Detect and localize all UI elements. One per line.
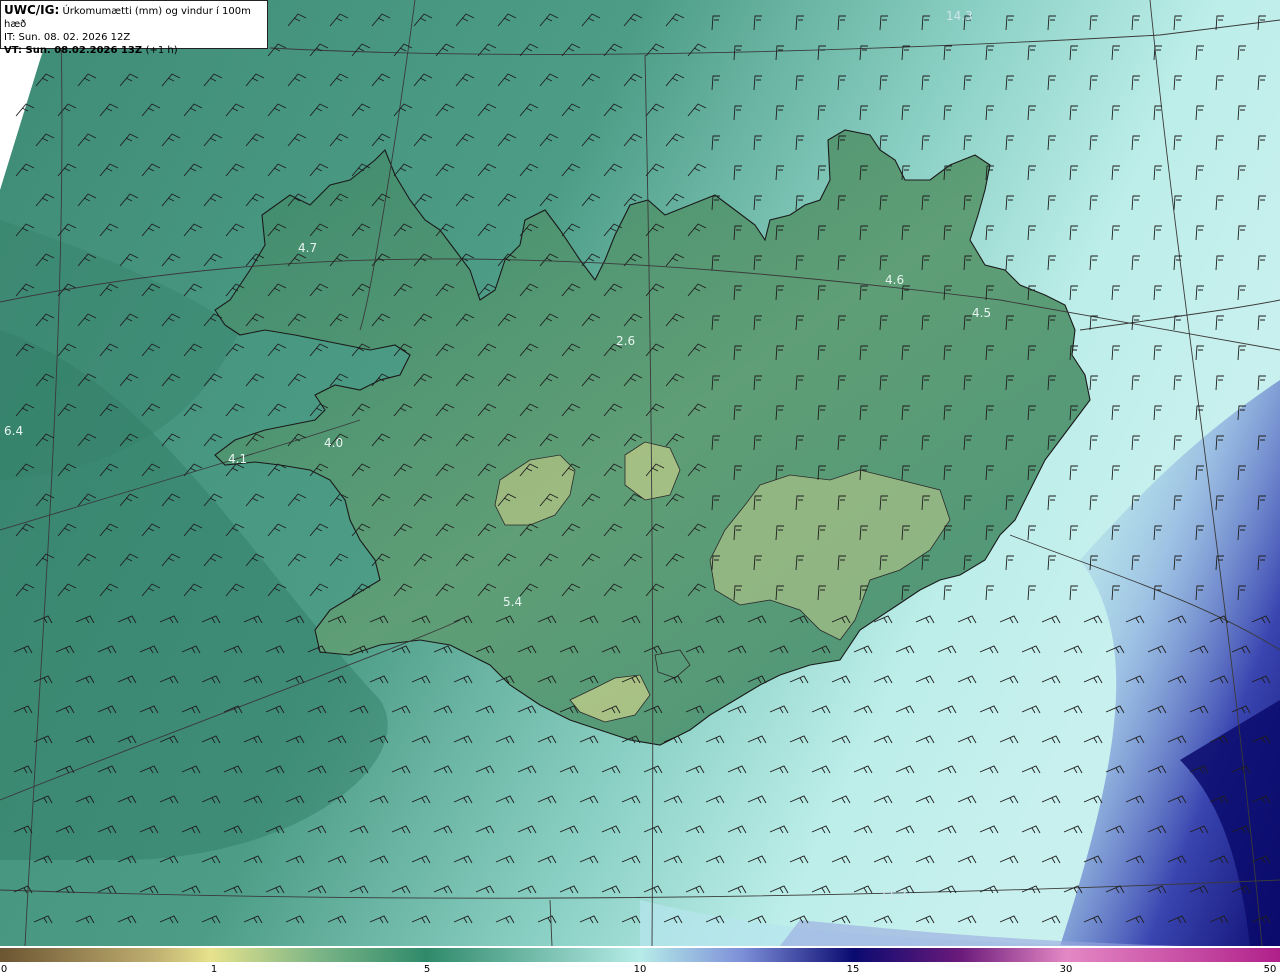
legend-tick: 10 (633, 964, 647, 975)
legend-tick: 0 (0, 964, 8, 975)
lead-time: (+1 h) (145, 45, 178, 56)
legend-tick: 50 (1263, 964, 1277, 975)
title-line: UWC/IG: Úrkomumætti (mm) og vindur í 100… (4, 4, 264, 31)
value-label: 4.6 (885, 273, 904, 287)
value-label: 6.4 (4, 424, 23, 438)
value-label: 14.3 (946, 9, 973, 23)
valid-time: VT: Sun. 08.02.2026 13Z (+1 h) (4, 44, 264, 57)
weather-map: 4.7 4.6 4.5 2.6 6.4 4.0 4.1 5.4 11.3 14.… (0, 0, 1280, 946)
legend-tick: 1 (210, 964, 218, 975)
issue-time: IT: Sun. 08. 02. 2026 12Z (4, 32, 131, 43)
value-label: 5.4 (503, 595, 522, 609)
legend-colorbar (0, 947, 1280, 962)
value-label: 11.3 (880, 888, 907, 902)
value-label: 4.0 (324, 436, 343, 450)
product-code: UWC/IG: (4, 3, 60, 17)
legend-gradient (0, 948, 1280, 962)
legend-tick: 15 (846, 964, 860, 975)
value-label: 4.1 (228, 452, 247, 466)
map-canvas: 4.7 4.6 4.5 2.6 6.4 4.0 4.1 5.4 11.3 14.… (0, 0, 1280, 946)
value-label: 4.5 (972, 306, 991, 320)
legend-tick: 30 (1059, 964, 1073, 975)
value-label: 2.6 (616, 334, 635, 348)
info-box: UWC/IG: Úrkomumætti (mm) og vindur í 100… (0, 0, 268, 56)
value-label: 4.7 (298, 241, 317, 255)
valid-time-value: VT: Sun. 08.02.2026 13Z (4, 45, 143, 56)
legend-labels: 0 1 5 10 15 30 50 (0, 962, 1280, 978)
legend-tick: 5 (423, 964, 431, 975)
